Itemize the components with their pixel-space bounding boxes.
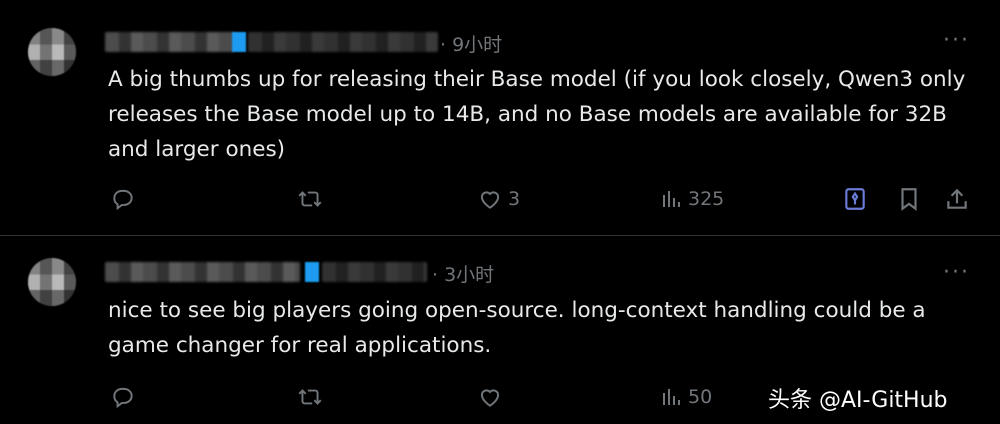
views-button[interactable]: 325: [660, 184, 724, 214]
grok-button[interactable]: [842, 186, 868, 216]
repost-button[interactable]: [296, 382, 328, 412]
bookmark-icon: [901, 188, 917, 211]
repost-icon: [298, 191, 322, 207]
grok-icon: [845, 188, 865, 210]
tweet-text: nice to see big players going open-sourc…: [108, 298, 933, 358]
repost-button[interactable]: [296, 184, 328, 214]
like-button[interactable]: 3: [476, 184, 520, 214]
heart-icon: [480, 389, 500, 407]
post-time[interactable]: · 3小时: [432, 260, 494, 287]
verified-badge-icon: [232, 32, 246, 52]
blurred-username[interactable]: [105, 262, 300, 282]
blurred-handle[interactable]: [322, 262, 427, 282]
tweet-text: A big thumbs up for releasing their Base…: [108, 67, 973, 162]
watermark: 头条 @AI-GitHub: [768, 388, 948, 413]
share-icon: [947, 188, 967, 209]
blurred-handle[interactable]: [248, 32, 438, 52]
avatar[interactable]: [28, 258, 76, 306]
more-icon[interactable]: ···: [943, 30, 970, 52]
action-bar: 3 325: [108, 184, 978, 214]
reply-icon: [113, 189, 133, 211]
bar-chart-icon: [663, 191, 680, 207]
like-button[interactable]: [476, 382, 508, 412]
tweet[interactable]: · 9小时 ··· A big thumbs up for releasing …: [0, 0, 1000, 235]
view-count: 50: [688, 386, 713, 408]
view-count: 325: [688, 188, 725, 210]
avatar[interactable]: [28, 28, 76, 76]
more-icon[interactable]: ···: [943, 262, 970, 284]
repost-icon: [298, 389, 322, 405]
bar-chart-icon: [663, 389, 680, 405]
post-time[interactable]: · 9小时: [440, 30, 502, 57]
bookmark-button[interactable]: [896, 186, 922, 216]
reply-icon: [113, 387, 133, 409]
heart-icon: [480, 191, 500, 209]
share-button[interactable]: [944, 186, 970, 216]
reply-button[interactable]: [110, 382, 140, 412]
blurred-username[interactable]: [105, 32, 235, 52]
views-button[interactable]: 50: [660, 382, 712, 412]
like-count: 3: [508, 188, 521, 210]
reply-button[interactable]: [110, 184, 140, 214]
verified-badge-icon: [305, 262, 319, 282]
